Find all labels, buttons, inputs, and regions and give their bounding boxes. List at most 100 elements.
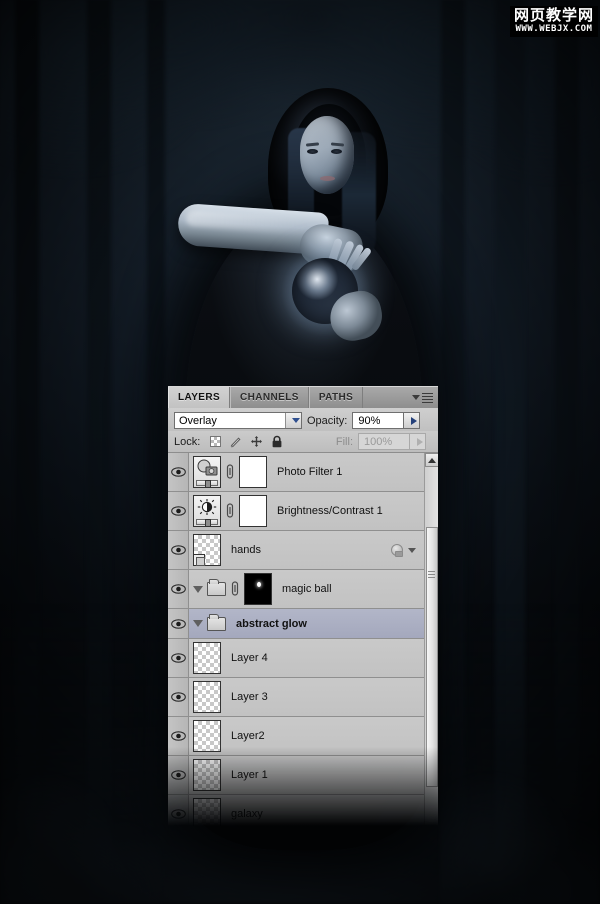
- layer-content[interactable]: galaxy: [189, 795, 424, 826]
- layer-thumbnail[interactable]: [193, 759, 221, 791]
- link-icon[interactable]: [225, 500, 235, 522]
- blend-mode-dropdown-button[interactable]: [285, 413, 301, 428]
- visibility-toggle[interactable]: [168, 639, 189, 677]
- visibility-toggle[interactable]: [168, 795, 189, 826]
- group-folder-icon: [207, 613, 226, 631]
- eye-icon: [170, 692, 186, 702]
- layer-content[interactable]: Layer 1: [189, 756, 424, 794]
- tab-layers[interactable]: LAYERS: [168, 387, 231, 408]
- chevron-up-icon: [428, 457, 436, 463]
- layer-list[interactable]: Photo Filter 1 Brightness/Contrast 1 han…: [168, 453, 438, 826]
- layer-content[interactable]: magic ball: [189, 570, 424, 608]
- layer-content[interactable]: abstract glow: [189, 609, 424, 638]
- photo-filter-icon[interactable]: [193, 456, 221, 488]
- layer-list-scrollbar[interactable]: [424, 453, 438, 826]
- brightness-contrast-icon[interactable]: [193, 495, 221, 527]
- group-expand-icon[interactable]: [193, 585, 203, 593]
- layer-row[interactable]: Layer 3: [168, 678, 424, 717]
- fill-label: Fill:: [335, 435, 353, 448]
- layer-thumbnail[interactable]: [193, 720, 221, 752]
- layer-name: magic ball: [282, 583, 332, 595]
- visibility-toggle[interactable]: [168, 492, 189, 530]
- layer-name: Layer 3: [231, 691, 268, 703]
- link-icon[interactable]: [230, 578, 240, 600]
- opacity-input[interactable]: 90%: [352, 412, 421, 429]
- adjustment-slider-icon: [196, 519, 218, 527]
- layer-effects-icon[interactable]: [391, 544, 403, 557]
- visibility-toggle[interactable]: [168, 678, 189, 716]
- layer-name: abstract glow: [236, 617, 307, 630]
- layer-row[interactable]: Layer 4: [168, 639, 424, 678]
- adjustment-slider-icon: [196, 480, 218, 488]
- tab-paths[interactable]: PATHS: [308, 387, 364, 408]
- tab-bar-filler: [363, 387, 407, 408]
- group-expand-icon[interactable]: [193, 620, 203, 627]
- layer-content[interactable]: Brightness/Contrast 1: [189, 492, 424, 530]
- layer-content[interactable]: Layer 4: [189, 639, 424, 677]
- chevron-down-icon: [412, 395, 420, 400]
- fill-value: 100%: [364, 435, 393, 448]
- layer-content[interactable]: Layer2: [189, 717, 424, 755]
- lock-label: Lock:: [174, 435, 201, 448]
- eye-icon: [170, 467, 186, 477]
- layer-row[interactable]: Layer2: [168, 717, 424, 756]
- link-glyph: [226, 464, 234, 479]
- opacity-stepper[interactable]: [403, 412, 421, 429]
- scrollbar-thumb[interactable]: [426, 527, 438, 787]
- layer-thumbnail[interactable]: [193, 534, 221, 566]
- layer-row[interactable]: Brightness/Contrast 1: [168, 492, 424, 531]
- layer-thumbnail[interactable]: [193, 642, 221, 674]
- layer-content[interactable]: Photo Filter 1: [189, 453, 424, 491]
- lock-row: Lock: Fill: 100%: [168, 431, 438, 453]
- opacity-label: Opacity:: [307, 414, 348, 427]
- layer-row[interactable]: galaxy: [168, 795, 424, 826]
- move-icon[interactable]: [250, 435, 263, 448]
- layers-panel[interactable]: LAYERS CHANNELS PATHS Overlay Opacity: 9…: [168, 386, 438, 826]
- panel-menu-icon: [422, 392, 433, 403]
- eye-icon: [170, 545, 186, 555]
- layer-content[interactable]: Layer 3: [189, 678, 424, 716]
- scroll-up-button[interactable]: [425, 453, 438, 467]
- link-icon[interactable]: [225, 461, 235, 483]
- eye-icon: [170, 506, 186, 516]
- chevron-down-icon: [291, 418, 300, 423]
- layer-name: Layer2: [231, 730, 265, 742]
- layer-mask-thumbnail[interactable]: [239, 456, 267, 488]
- panel-menu-button[interactable]: [407, 387, 438, 408]
- watermark: 网页教学网 WWW.WEBJX.COM: [509, 6, 598, 37]
- visibility-toggle[interactable]: [168, 609, 189, 638]
- tab-channels[interactable]: CHANNELS: [230, 387, 309, 408]
- lock-all-icon[interactable]: [271, 435, 283, 448]
- photo-filter-glyph: [197, 459, 218, 476]
- blend-mode-select[interactable]: Overlay: [174, 412, 302, 429]
- chevron-down-icon[interactable]: [408, 547, 416, 553]
- layer-mask-thumbnail[interactable]: [239, 495, 267, 527]
- layer-thumbnail[interactable]: [193, 798, 221, 826]
- panel-tab-bar: LAYERS CHANNELS PATHS: [168, 386, 438, 408]
- visibility-toggle[interactable]: [168, 453, 189, 491]
- watermark-chinese: 网页教学网: [513, 6, 594, 24]
- layer-content[interactable]: hands: [189, 531, 424, 569]
- layer-name: hands: [231, 544, 261, 556]
- visibility-toggle[interactable]: [168, 570, 189, 608]
- visibility-toggle[interactable]: [168, 756, 189, 794]
- visibility-toggle[interactable]: [168, 531, 189, 569]
- layer-thumbnail[interactable]: [193, 681, 221, 713]
- layer-row-selected[interactable]: abstract glow: [168, 609, 424, 639]
- layer-row[interactable]: hands: [168, 531, 424, 570]
- watermark-url: WWW.WEBJX.COM: [515, 24, 593, 34]
- group-mask-thumbnail[interactable]: [244, 573, 272, 605]
- paintbrush-icon[interactable]: [229, 435, 242, 448]
- chevron-right-icon: [417, 437, 423, 446]
- link-glyph: [226, 503, 234, 518]
- layer-row[interactable]: Photo Filter 1: [168, 453, 424, 492]
- layer-row[interactable]: magic ball: [168, 570, 424, 609]
- transparent-pixels-icon[interactable]: [210, 436, 222, 447]
- brightness-contrast-glyph: [197, 499, 217, 515]
- smart-object-badge-icon: [193, 554, 205, 566]
- layer-row[interactable]: Layer 1: [168, 756, 424, 795]
- layer-name: Layer 1: [231, 769, 268, 781]
- visibility-toggle[interactable]: [168, 717, 189, 755]
- tab-channels-label: CHANNELS: [240, 391, 299, 403]
- link-glyph: [231, 581, 239, 596]
